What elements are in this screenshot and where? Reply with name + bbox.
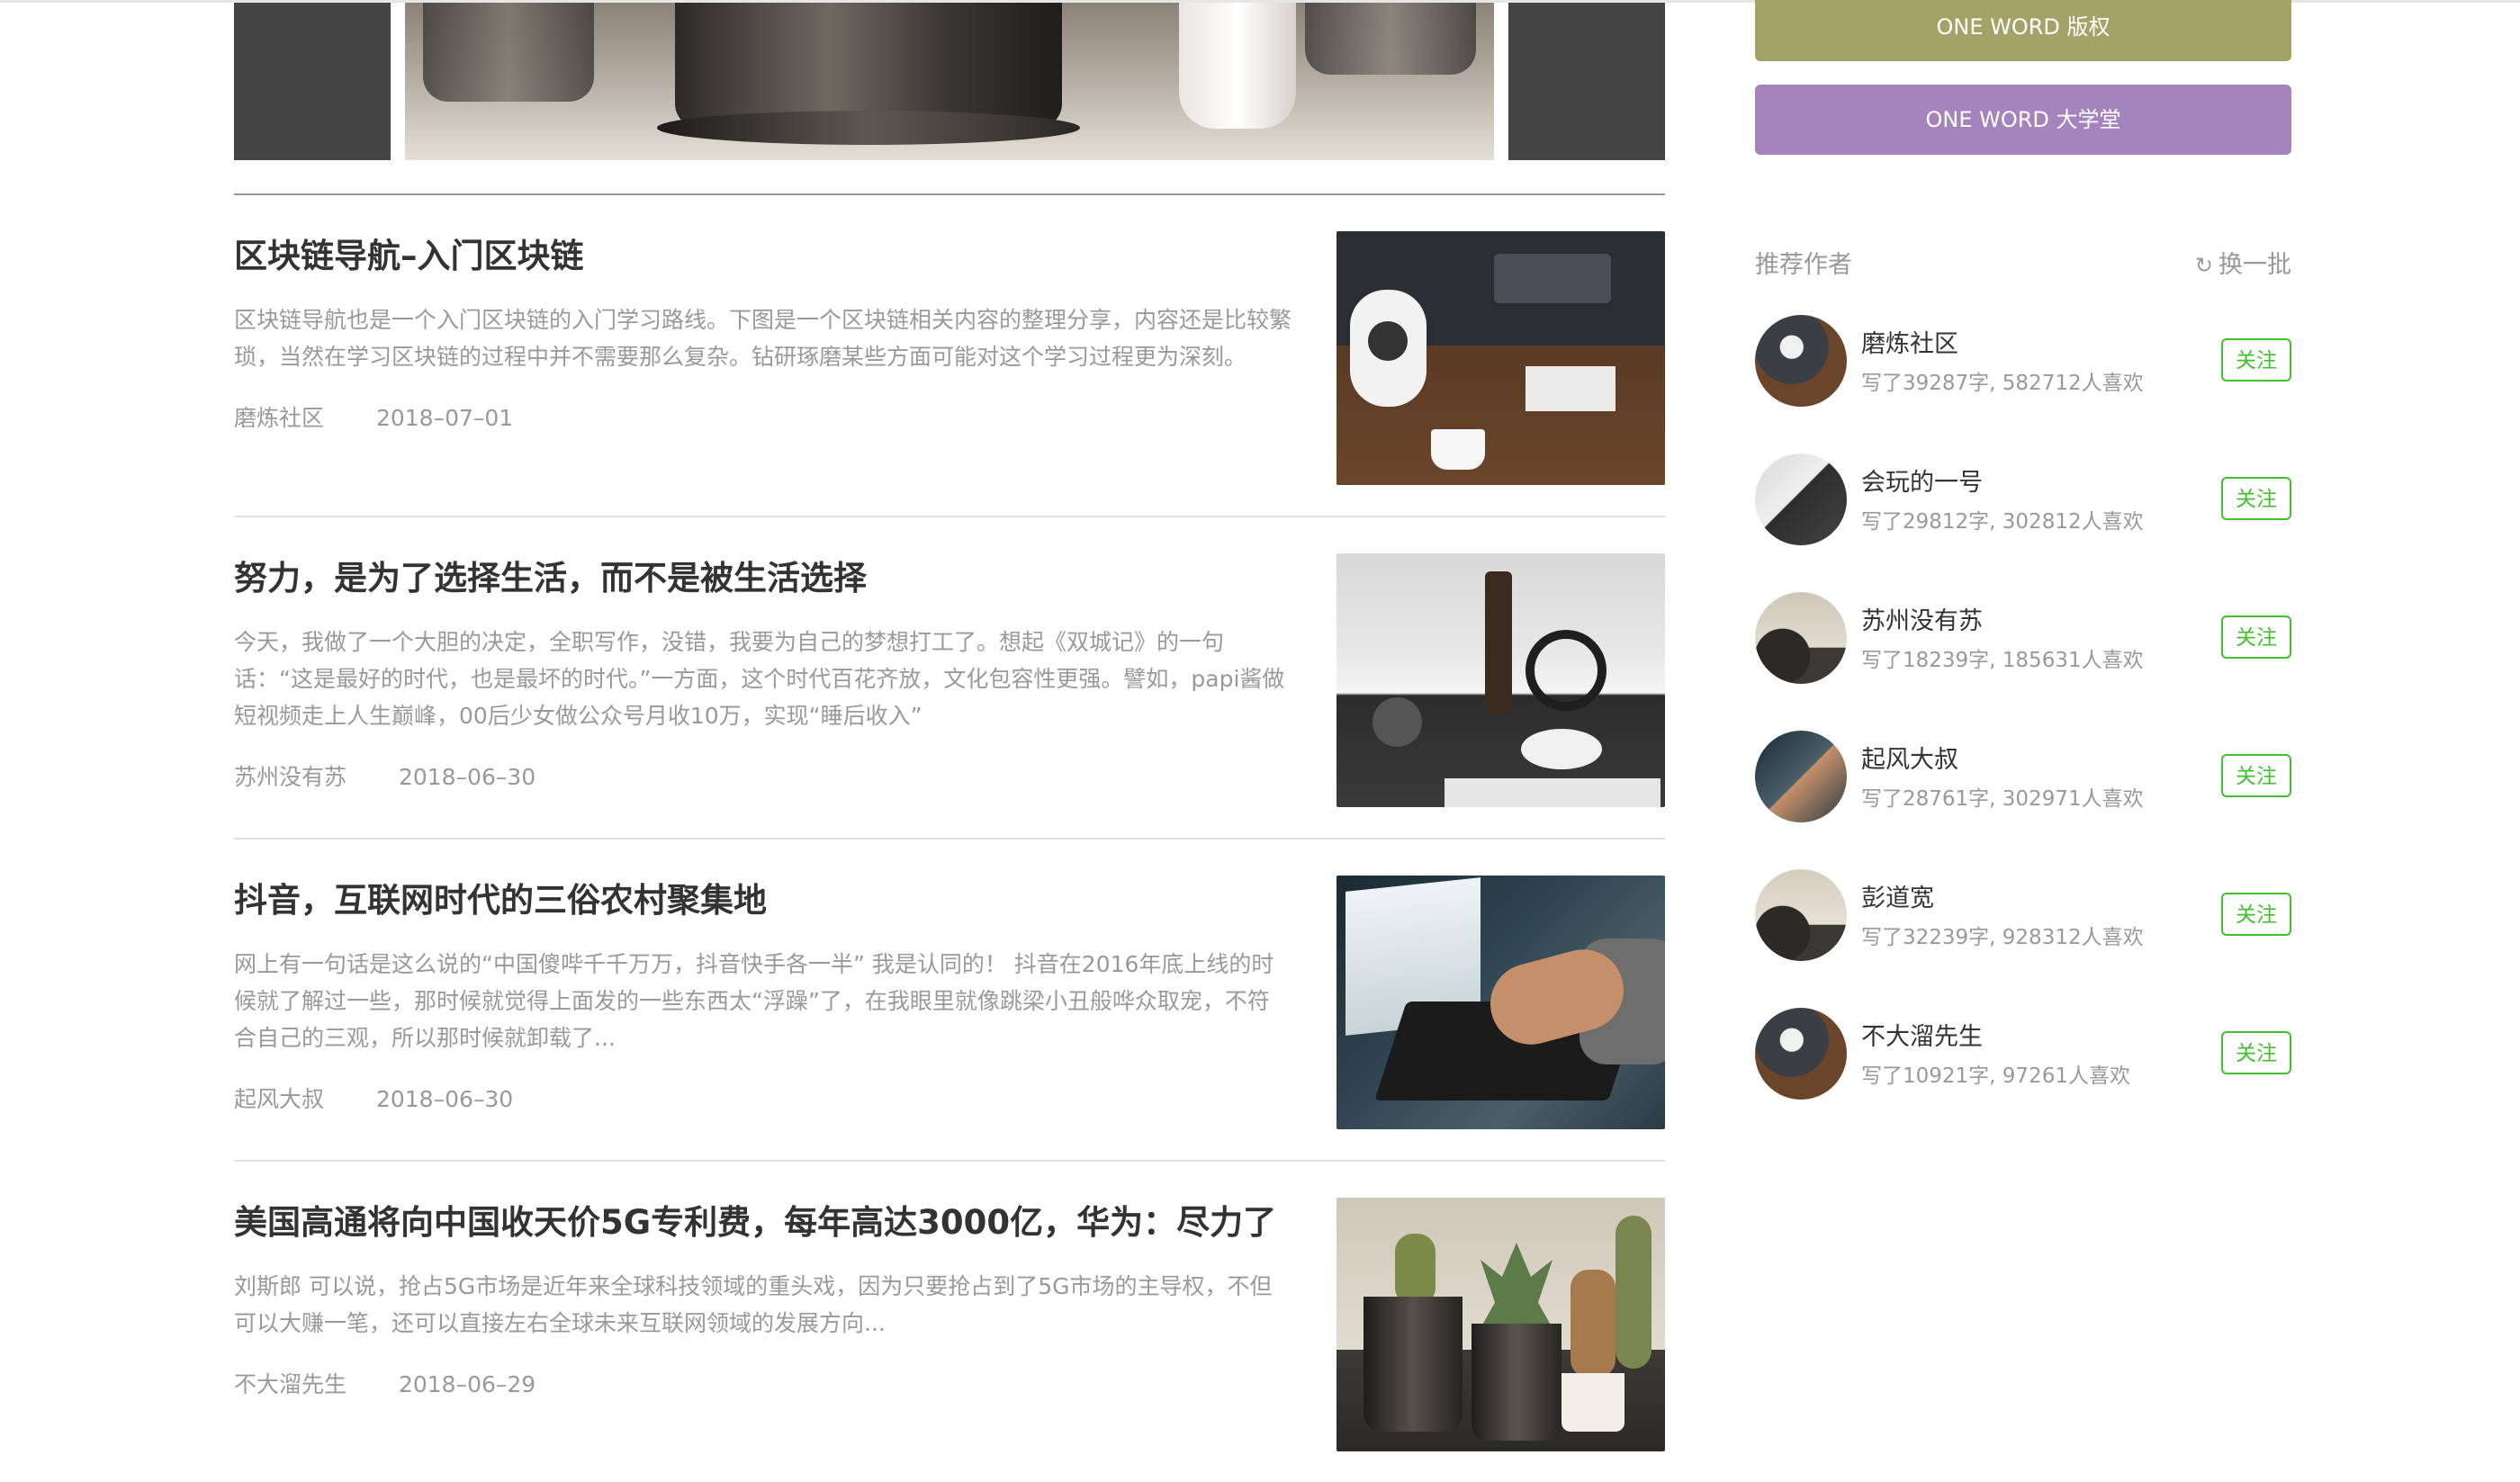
article-abstract: 网上有一句话是这么说的“中国傻哔千千万万，抖音快手各一半” 我是认同的！ 抖音在… — [234, 951, 1274, 1051]
article-thumbnail[interactable] — [1336, 876, 1665, 1129]
refresh-button[interactable]: ↻ 换一批 — [2195, 245, 2291, 280]
author-stats: 写了28761字, 302971人喜欢 — [1861, 787, 2144, 811]
follow-button[interactable]: 关注 — [2221, 615, 2291, 659]
article-title[interactable]: 抖音，互联网时代的三俗农村聚集地 — [234, 876, 1292, 926]
article-author[interactable]: 磨炼社区 — [234, 405, 324, 431]
article-text: 区块链导航–入门区块链 区块链导航也是一个入门区块链的入门学习路线。下图是一个区… — [234, 231, 1292, 433]
article-text: 努力，是为了选择生活，而不是被生活选择 今天，我做了一个大胆的决定，全职写作，没… — [234, 553, 1292, 792]
article-abstract: 今天，我做了一个大胆的决定，全职写作，没错，我要为自己的梦想打工了。想起《双城记… — [234, 629, 1285, 729]
avatar[interactable] — [1755, 315, 1847, 407]
article-feed: 区块链导航–入门区块链 区块链导航也是一个入门区块链的入门学习路线。下图是一个区… — [234, 193, 1665, 1482]
author-item: 彭道宽 写了32239字, 928312人喜欢 关注 — [1755, 869, 2291, 968]
groot-figure-image — [1570, 1270, 1616, 1378]
author-name[interactable]: 苏州没有苏 — [1861, 601, 1983, 636]
article-meta: 不大溜先生 2018–06–29 — [234, 1367, 1292, 1399]
headphones-image — [1526, 630, 1606, 711]
author-item: 会玩的一号 写了29812字, 302812人喜欢 关注 — [1755, 454, 2291, 552]
article-abstract: 区块链导航也是一个入门区块链的入门学习路线。下图是一个区块链相关内容的整理分享，… — [234, 307, 1292, 370]
article-date: 2018–06–29 — [398, 1371, 536, 1397]
author-item: 磨炼社区 写了39287字, 582712人喜欢 关注 — [1755, 315, 2291, 414]
author-name[interactable]: 会玩的一号 — [1861, 463, 1983, 498]
plant-image — [1616, 1216, 1652, 1369]
avatar[interactable] — [1755, 869, 1847, 961]
follow-button[interactable]: 关注 — [2221, 754, 2291, 797]
recommended-authors-title: 推荐作者 — [1755, 251, 1852, 279]
plant-pot-image — [1472, 1324, 1562, 1441]
author-stats: 写了18239字, 185631人喜欢 — [1861, 649, 2144, 672]
article-abstract: 刘斯郎 可以说，抢占5G市场是近年来全球科技领域的重头戏，因为只要抢占到了5G市… — [234, 1273, 1273, 1336]
author-stats: 写了39287字, 582712人喜欢 — [1861, 372, 2144, 395]
keyboard-image — [1444, 778, 1660, 807]
article-thumbnail[interactable] — [1336, 1198, 1665, 1451]
follow-button[interactable]: 关注 — [2221, 338, 2291, 382]
speaker-image — [1372, 697, 1422, 747]
author-item: 苏州没有苏 写了18239字, 185631人喜欢 关注 — [1755, 592, 2291, 691]
plant-pot-image — [423, 3, 594, 102]
article-text: 美国高通将向中国收天价5G专利费，每年高达3000亿，华为：尽力了 刘斯郎 可以… — [234, 1198, 1292, 1399]
carousel-current-slide-image[interactable] — [405, 3, 1494, 160]
article-title[interactable]: 美国高通将向中国收天价5G专利费，每年高达3000亿，华为：尽力了 — [234, 1198, 1292, 1248]
monitor-image — [1526, 366, 1616, 411]
copyright-button[interactable]: ONE WORD 版权 — [1755, 0, 2291, 61]
mug-image — [1431, 429, 1485, 470]
author-item: 起风大叔 写了28761字, 302971人喜欢 关注 — [1755, 731, 2291, 830]
author-stats: 写了29812字, 302812人喜欢 — [1861, 510, 2144, 534]
recommended-authors-header: 推荐作者 ↻ 换一批 — [1755, 245, 2291, 281]
article-title[interactable]: 努力，是为了选择生活，而不是被生活选择 — [234, 553, 1292, 604]
carousel-next-slide[interactable] — [1508, 3, 1665, 160]
follow-button[interactable]: 关注 — [2221, 893, 2291, 936]
article-text: 抖音，互联网时代的三俗农村聚集地 网上有一句话是这么说的“中国傻哔千千万万，抖音… — [234, 876, 1292, 1114]
article-item: 美国高通将向中国收天价5G专利费，每年高达3000亿，华为：尽力了 刘斯郎 可以… — [234, 1160, 1665, 1482]
article-thumbnail[interactable] — [1336, 231, 1665, 485]
article-item: 抖音，互联网时代的三俗农村聚集地 网上有一句话是这么说的“中国傻哔千千万万，抖音… — [234, 838, 1665, 1160]
author-name[interactable]: 彭道宽 — [1861, 878, 1934, 913]
white-cup-image — [1179, 3, 1296, 129]
author-stats: 写了32239字, 928312人喜欢 — [1861, 926, 2144, 949]
university-button[interactable]: ONE WORD 大学堂 — [1755, 85, 2291, 155]
phone-image — [1485, 571, 1512, 715]
article-meta: 磨炼社区 2018–07–01 — [234, 400, 1292, 433]
article-author[interactable]: 起风大叔 — [234, 1086, 324, 1112]
white-pot-image — [1562, 1373, 1624, 1432]
article-date: 2018–07–01 — [375, 405, 514, 431]
banner-carousel[interactable] — [234, 3, 1665, 160]
article-thumbnail[interactable] — [1336, 553, 1665, 807]
speaker-image — [1350, 290, 1426, 407]
carousel-prev-slide[interactable] — [234, 3, 391, 160]
plant-pot-image — [675, 3, 1062, 129]
succulent-image — [1480, 1243, 1552, 1328]
refresh-icon: ↻ — [2194, 253, 2213, 278]
mouse-image — [1521, 729, 1602, 769]
article-author[interactable]: 苏州没有苏 — [234, 764, 346, 790]
cactus-image — [1395, 1234, 1436, 1306]
article-date: 2018–06–30 — [375, 1086, 514, 1112]
plant-pot-rim — [657, 111, 1080, 145]
article-item: 区块链导航–入门区块链 区块链导航也是一个入门区块链的入门学习路线。下图是一个区… — [234, 193, 1665, 516]
keyboard-image — [1494, 254, 1611, 303]
author-name[interactable]: 起风大叔 — [1861, 740, 1958, 775]
article-title[interactable]: 区块链导航–入门区块链 — [234, 231, 1292, 282]
follow-button[interactable]: 关注 — [2221, 477, 2291, 520]
avatar[interactable] — [1755, 731, 1847, 822]
refresh-label: 换一批 — [2218, 251, 2291, 279]
article-meta: 起风大叔 2018–06–30 — [234, 1082, 1292, 1114]
article-meta: 苏州没有苏 2018–06–30 — [234, 759, 1292, 792]
avatar[interactable] — [1755, 592, 1847, 684]
author-name[interactable]: 不大溜先生 — [1861, 1017, 1983, 1052]
follow-button[interactable]: 关注 — [2221, 1031, 2291, 1074]
author-item: 不大溜先生 写了10921字, 97261人喜欢 关注 — [1755, 1008, 2291, 1107]
article-item: 努力，是为了选择生活，而不是被生活选择 今天，我做了一个大胆的决定，全职写作，没… — [234, 516, 1665, 838]
plant-pot-image — [1305, 3, 1476, 75]
author-name[interactable]: 磨炼社区 — [1861, 324, 1958, 359]
plant-pot-image — [1364, 1297, 1462, 1432]
avatar[interactable] — [1755, 1008, 1847, 1100]
article-author[interactable]: 不大溜先生 — [234, 1371, 346, 1397]
article-date: 2018–06–30 — [398, 764, 536, 790]
avatar[interactable] — [1755, 454, 1847, 545]
author-stats: 写了10921字, 97261人喜欢 — [1861, 1064, 2130, 1088]
